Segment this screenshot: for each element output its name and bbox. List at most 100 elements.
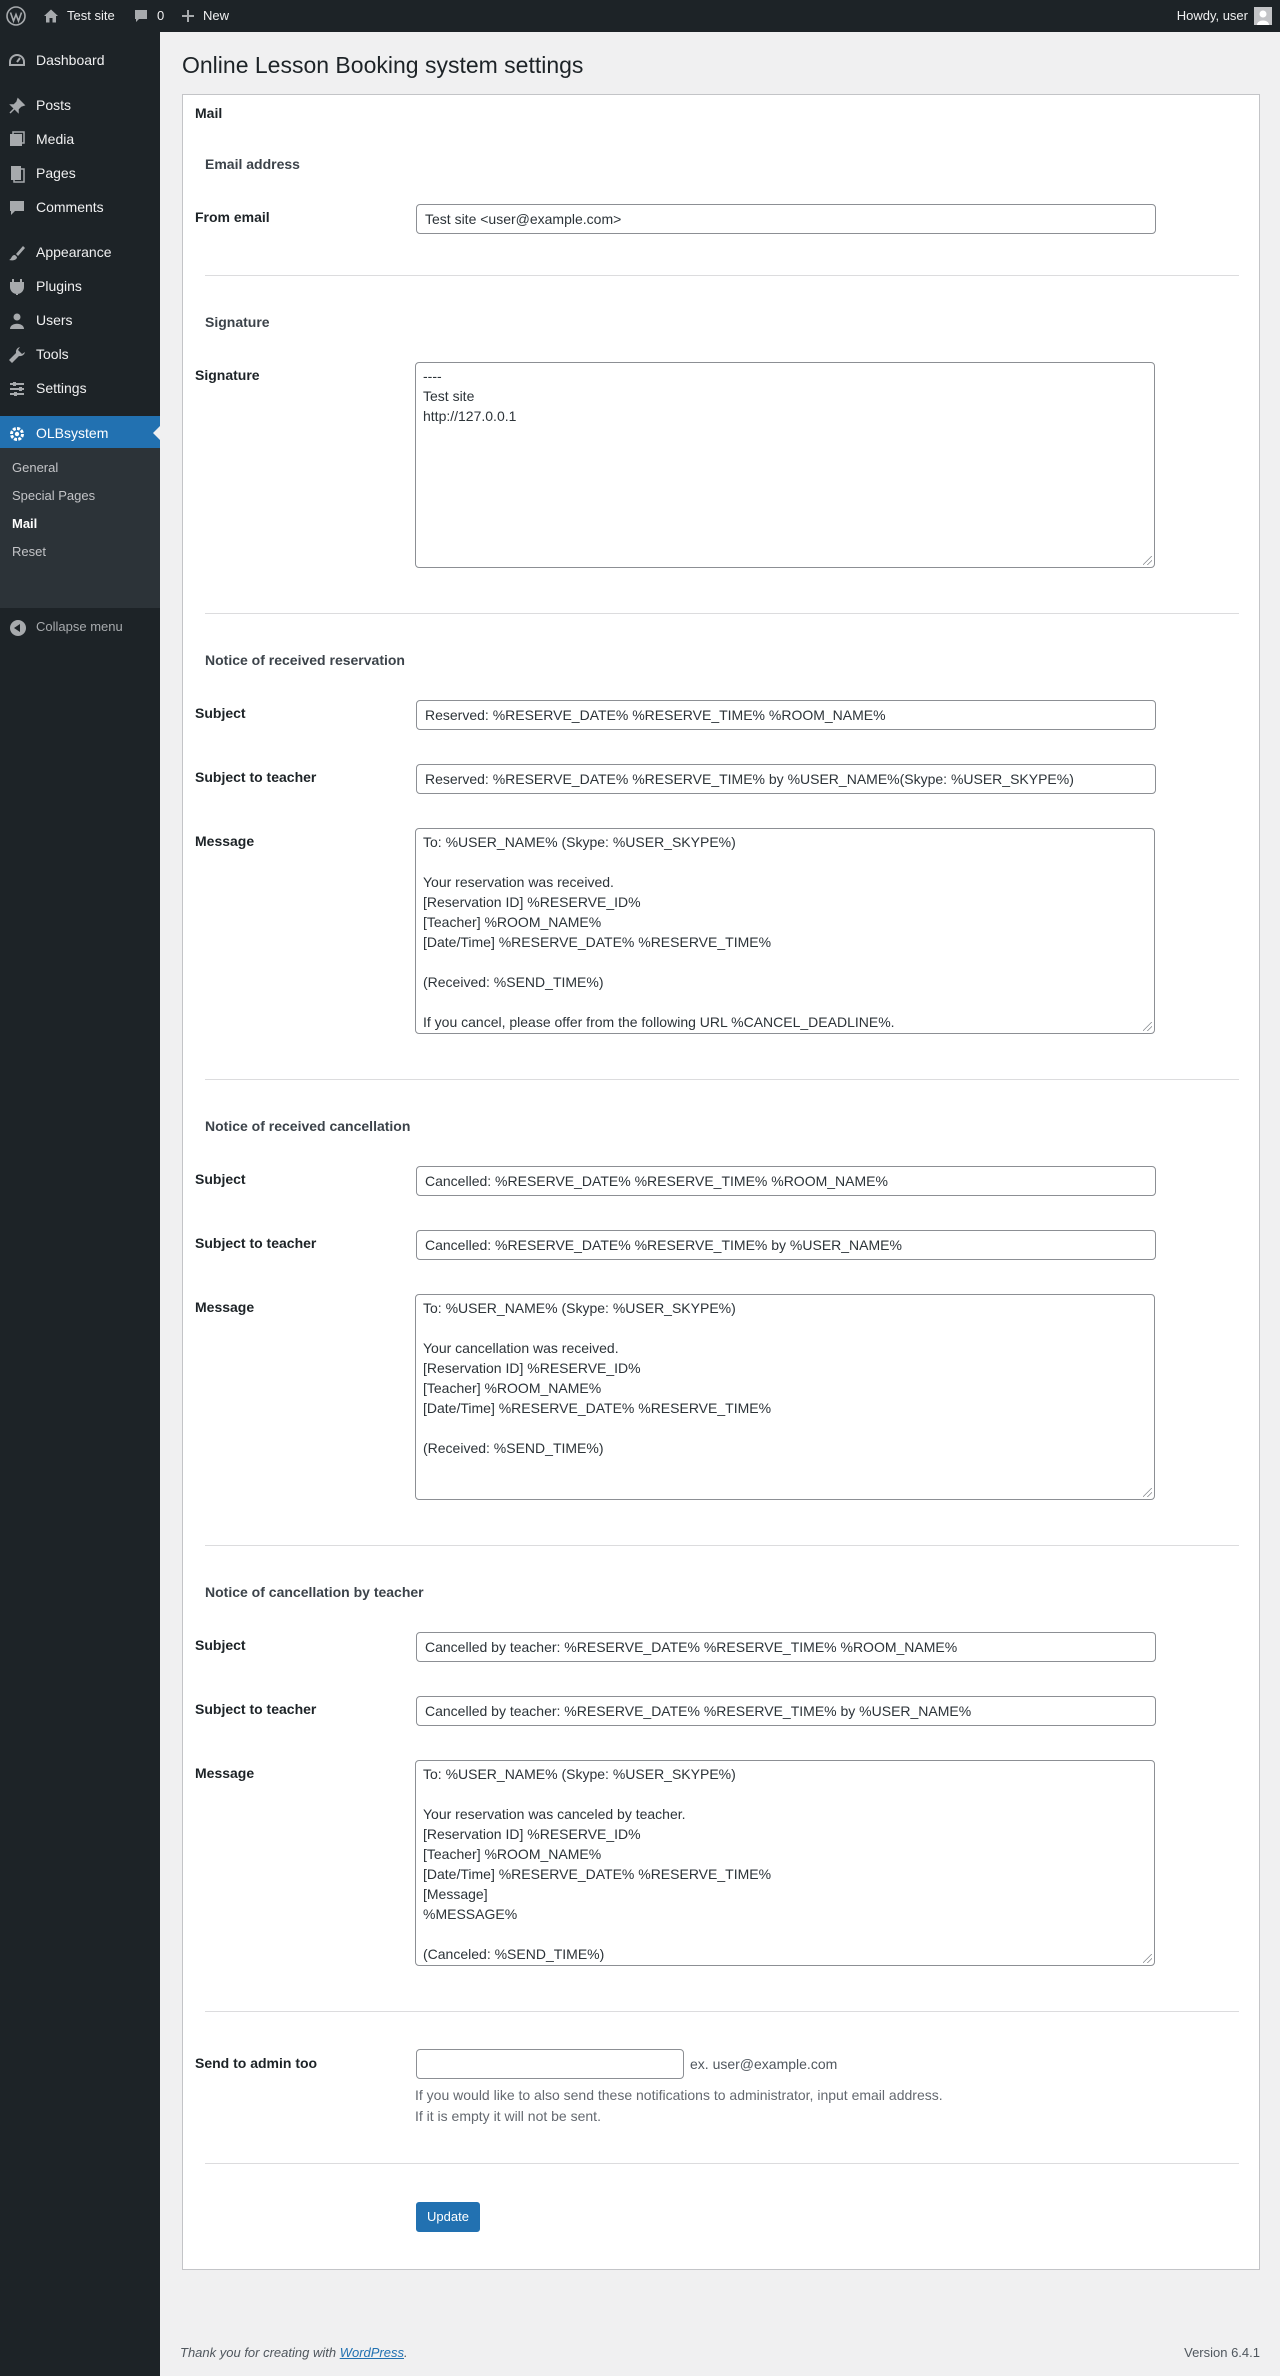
gear-icon [10,427,24,441]
footer-thanks-prefix: Thank you for creating with [180,2345,340,2360]
separator [205,2011,1239,2012]
resize-handle[interactable] [1143,1488,1152,1497]
sidebar-item-tools[interactable]: Tools [0,337,160,371]
cancellation-teacher-subject-label: Subject to teacher [195,1235,317,1251]
teacher-cancel-subject-input[interactable]: Cancelled by teacher: %RESERVE_DATE% %RE… [416,1632,1156,1662]
admin-bar: Test site 0 New Howdy, user [0,0,1280,32]
admin-email-input[interactable] [416,2049,684,2079]
teacher-cancel-teacher-subject-label: Subject to teacher [195,1701,317,1717]
sidebar-item-label: Pages [36,165,76,181]
sidebar-item-dashboard[interactable]: Dashboard [0,43,160,77]
sidebar-item-label: Comments [36,199,104,215]
cancellation-subject-input[interactable]: Cancelled: %RESERVE_DATE% %RESERVE_TIME%… [416,1166,1156,1196]
separator [205,2163,1239,2164]
from-email-input[interactable]: Test site <user@example.com> [416,204,1156,234]
reservation-subject-label: Subject [195,705,246,721]
signature-textarea[interactable]: ---- Test site http://127.0.0.1 [415,362,1155,568]
reservation-message-text: To: %USER_NAME% (Skype: %USER_SKYPE%) Yo… [423,834,895,1030]
sidebar-item-label: Appearance [36,244,112,260]
comment-icon [10,201,24,215]
signature-label: Signature [195,367,260,383]
admin-sidebar: Dashboard Posts Media Pages Comments App… [0,32,161,2376]
section-heading-email: Email address [205,156,300,172]
user-icon [10,313,24,329]
resize-handle[interactable] [1143,556,1152,565]
update-button[interactable]: Update [416,2202,480,2232]
submenu-item-mail[interactable]: Mail [12,514,37,534]
reservation-teacher-subject-input[interactable]: Reserved: %RESERVE_DATE% %RESERVE_TIME% … [416,764,1156,794]
collapse-menu-label: Collapse menu [36,619,123,634]
resize-handle[interactable] [1143,1022,1152,1031]
comment-bubble-icon[interactable] [133,9,149,24]
sidebar-item-label: Media [36,131,75,147]
section-heading-cancellation: Notice of received cancellation [205,1118,411,1134]
sidebar-item-media[interactable]: Media [0,122,160,156]
olbsystem-submenu: General Special Pages Mail Reset [0,448,160,608]
reservation-subject-input[interactable]: Reserved: %RESERVE_DATE% %RESERVE_TIME% … [416,700,1156,730]
dashboard-icon [9,53,25,66]
media-icon [10,131,25,146]
page-icon [11,166,25,183]
footer-thanks-suffix: . [404,2345,408,2360]
wordpress-link[interactable]: WordPress [340,2345,404,2360]
sidebar-item-label: OLBsystem [36,425,109,441]
mail-settings-card: Mail Email address From email Test site … [182,94,1260,2270]
wordpress-logo-icon[interactable] [6,6,26,26]
sidebar-item-label: Settings [36,380,87,396]
collapse-arrow-icon [10,620,26,636]
sidebar-item-appearance[interactable]: Appearance [0,235,160,269]
section-heading-reservation: Notice of received reservation [205,652,405,668]
separator [205,1545,1239,1546]
sidebar-item-label: Plugins [36,278,82,294]
avatar[interactable] [1254,7,1272,25]
resize-handle[interactable] [1143,1954,1152,1963]
cancellation-message-label: Message [195,1299,255,1315]
sidebar-item-users[interactable]: Users [0,303,160,337]
cancellation-teacher-subject-input[interactable]: Cancelled: %RESERVE_DATE% %RESERVE_TIME%… [416,1230,1156,1260]
teacher-cancel-message-label: Message [195,1765,255,1781]
separator [205,613,1239,614]
teacher-cancel-teacher-subject-input[interactable]: Cancelled by teacher: %RESERVE_DATE% %RE… [416,1696,1156,1726]
teacher-cancel-message-textarea[interactable]: To: %USER_NAME% (Skype: %USER_SKYPE%) Yo… [415,1760,1155,1966]
footer-thanks: Thank you for creating with WordPress. [180,2345,408,2360]
section-heading-teacher-cancel: Notice of cancellation by teacher [205,1584,424,1600]
comments-count[interactable]: 0 [157,0,164,32]
from-email-label: From email [195,209,270,225]
admin-email-description-2: If it is empty it will not be sent. [415,2108,601,2124]
footer-version: Version 6.4.1 [1184,2345,1260,2360]
submenu-item-reset[interactable]: Reset [12,542,46,562]
section-heading-signature: Signature [205,314,270,330]
reservation-teacher-subject-label: Subject to teacher [195,769,317,785]
sidebar-item-posts[interactable]: Posts [0,88,160,122]
site-name-link[interactable]: Test site [67,0,115,32]
admin-email-example: ex. user@example.com [690,2056,838,2072]
plus-icon [182,10,194,22]
wrench-icon [9,347,25,363]
sidebar-item-label: Users [36,312,73,328]
pin-icon [9,97,26,114]
submenu-item-general[interactable]: General [12,458,58,478]
page-title: Online Lesson Booking system settings [182,52,584,78]
sidebar-item-label: Tools [36,346,69,362]
cancellation-message-text: To: %USER_NAME% (Skype: %USER_SKYPE%) Yo… [423,1300,772,1456]
teacher-cancel-message-text: To: %USER_NAME% (Skype: %USER_SKYPE%) Yo… [423,1766,772,1962]
sidebar-item-pages[interactable]: Pages [0,156,160,190]
separator [205,275,1239,276]
reservation-message-textarea[interactable]: To: %USER_NAME% (Skype: %USER_SKYPE%) Yo… [415,828,1155,1034]
sidebar-item-comments[interactable]: Comments [0,190,160,224]
sidebar-item-label: Posts [36,97,72,113]
card-title: Mail [195,105,223,121]
settings-icon [10,382,24,396]
sidebar-item-plugins[interactable]: Plugins [0,269,160,303]
separator [205,1079,1239,1080]
sidebar-item-settings[interactable]: Settings [0,371,160,405]
howdy-user-link[interactable]: Howdy, user [1177,0,1248,32]
submenu-item-special-pages[interactable]: Special Pages [12,486,95,506]
teacher-cancel-subject-label: Subject [195,1637,246,1653]
new-content-link[interactable]: New [203,0,229,32]
sidebar-item-olbsystem[interactable]: OLBsystem [0,416,161,450]
home-icon [44,9,58,23]
cancellation-message-textarea[interactable]: To: %USER_NAME% (Skype: %USER_SKYPE%) Yo… [415,1294,1155,1500]
plug-icon [10,279,24,295]
collapse-menu-button[interactable]: Collapse menu [0,610,160,644]
